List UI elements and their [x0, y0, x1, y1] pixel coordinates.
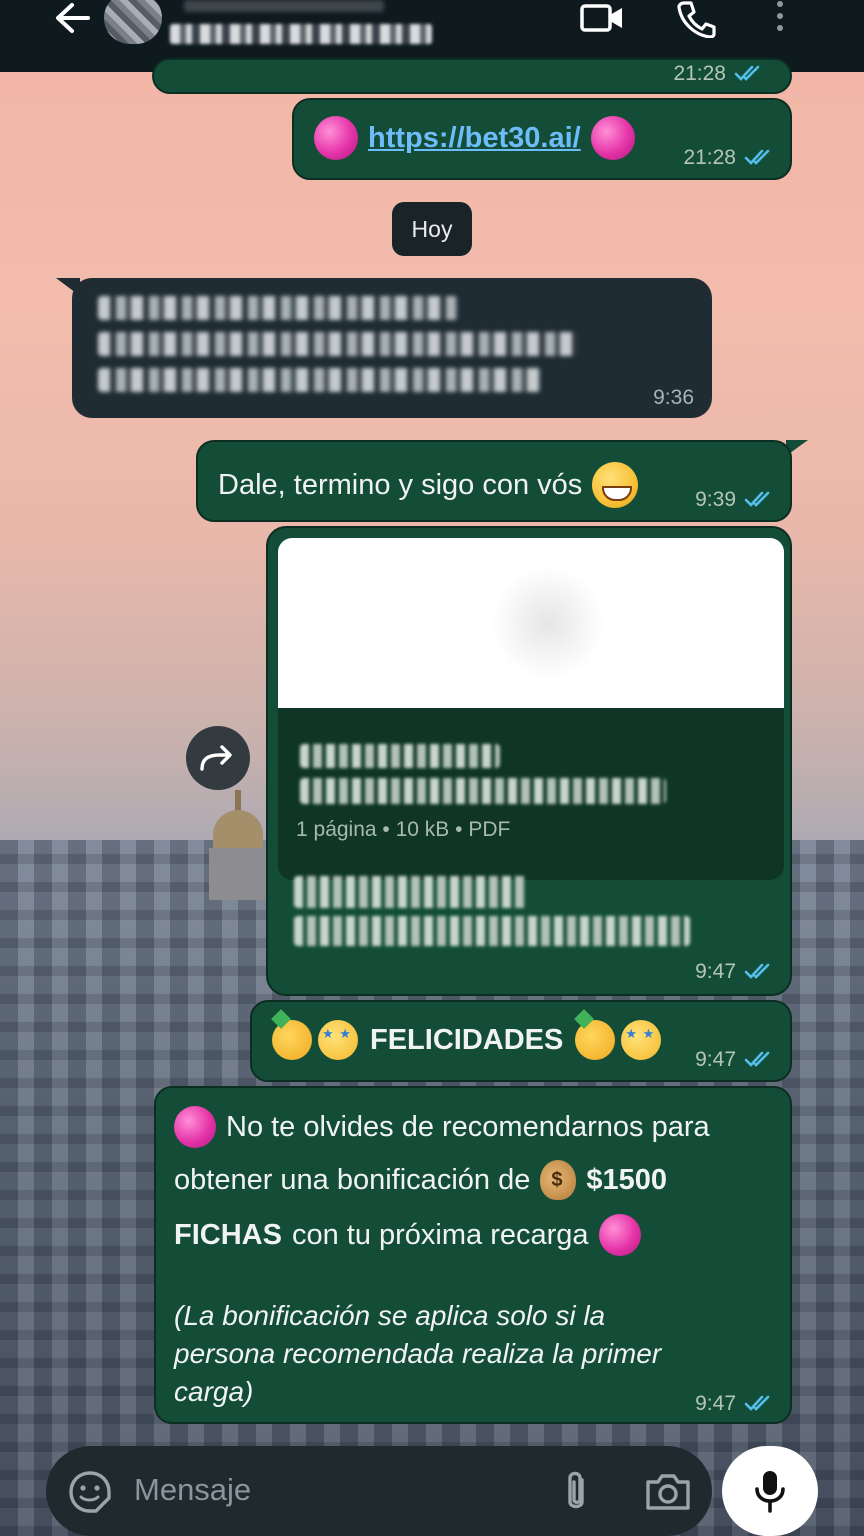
microphone-icon [755, 1471, 785, 1513]
pink-circle-emoji-icon [598, 1214, 641, 1256]
redacted-text [98, 332, 578, 356]
sticker-icon[interactable] [68, 1470, 112, 1514]
date-separator: Hoy [392, 202, 472, 256]
message-composer [46, 1446, 712, 1536]
redacted-text [98, 368, 542, 392]
forward-icon [200, 745, 232, 771]
message-time: 9:47 [695, 1392, 774, 1416]
message-link[interactable]: https://bet30.ai/ [368, 122, 581, 155]
pink-circle-emoji-icon [590, 116, 635, 160]
contact-name[interactable] [184, 0, 384, 12]
read-ticks-icon [744, 149, 770, 165]
document-message[interactable]: 1 página • 10 kB • PDF 9:47 [266, 526, 792, 996]
message-time: 9:47 [695, 960, 774, 984]
message-time: 9:47 [695, 1048, 774, 1072]
read-ticks-icon [744, 1395, 770, 1411]
document-preview[interactable] [278, 538, 784, 708]
video-icon[interactable] [580, 2, 624, 34]
partying-face-emoji-icon [575, 1020, 616, 1060]
message-note: persona recomendada realiza la primer [174, 1338, 662, 1369]
message-text: FELICIDADES [370, 1023, 564, 1056]
message-text: Dale, termino y sigo con vós [218, 468, 583, 501]
message-text: obtener una bonificación de [174, 1163, 531, 1196]
more-vertical-icon[interactable] [774, 0, 786, 34]
partying-face-emoji-icon [272, 1020, 312, 1060]
message-text-bold: FICHAS [174, 1218, 282, 1251]
paperclip-icon[interactable] [558, 1470, 594, 1514]
contact-status [170, 24, 432, 44]
wallpaper-dome [205, 790, 271, 900]
message-time: 21:28 [673, 62, 764, 86]
message-bubble-incoming[interactable]: 9:36 [72, 278, 712, 418]
message-text: No te olvides de recomendarnos para [226, 1110, 710, 1143]
message-text-bold: $1500 [586, 1163, 667, 1196]
camera-icon[interactable] [644, 1472, 692, 1512]
message-time: 9:36 [653, 386, 694, 409]
pink-circle-emoji-icon [174, 1106, 216, 1148]
message-bubble-outgoing[interactable]: No te olvides de recomendarnos para obte… [154, 1086, 792, 1424]
arrow-left-icon[interactable] [50, 0, 94, 36]
grinning-face-emoji-icon [592, 462, 639, 508]
message-note: (La bonificación se aplica solo si la [174, 1300, 606, 1331]
read-ticks-icon [744, 491, 770, 507]
document-meta: 1 página • 10 kB • PDF [296, 818, 511, 841]
document-filename [300, 744, 500, 768]
star-struck-emoji-icon [621, 1020, 662, 1060]
message-time: 21:28 [683, 146, 774, 170]
message-bubble-outgoing[interactable]: 21:28 [152, 58, 792, 94]
message-input[interactable] [134, 1468, 534, 1512]
redacted-text [98, 296, 458, 320]
document-caption [294, 876, 528, 908]
phone-icon[interactable] [676, 0, 716, 38]
message-time: 9:39 [695, 488, 774, 512]
read-ticks-icon [744, 1051, 770, 1067]
avatar[interactable] [104, 0, 162, 44]
message-bubble-outgoing[interactable]: FELICIDADES 9:47 [250, 1000, 792, 1082]
message-text: con tu próxima recarga [291, 1218, 589, 1251]
money-bag-emoji-icon [540, 1160, 577, 1200]
star-struck-emoji-icon [318, 1020, 358, 1060]
document-info[interactable]: 1 página • 10 kB • PDF [278, 708, 784, 880]
voice-record-button[interactable] [722, 1446, 818, 1536]
forward-button[interactable] [186, 726, 250, 790]
message-bubble-outgoing[interactable]: Dale, termino y sigo con vós 9:39 [196, 440, 792, 522]
document-caption [294, 916, 690, 946]
message-bubble-outgoing[interactable]: https://bet30.ai/ 21:28 [292, 98, 792, 180]
read-ticks-icon [744, 963, 770, 979]
read-ticks-icon [734, 65, 760, 81]
pink-circle-emoji-icon [314, 116, 358, 160]
message-note: carga) [174, 1376, 254, 1407]
document-filename [300, 778, 666, 804]
